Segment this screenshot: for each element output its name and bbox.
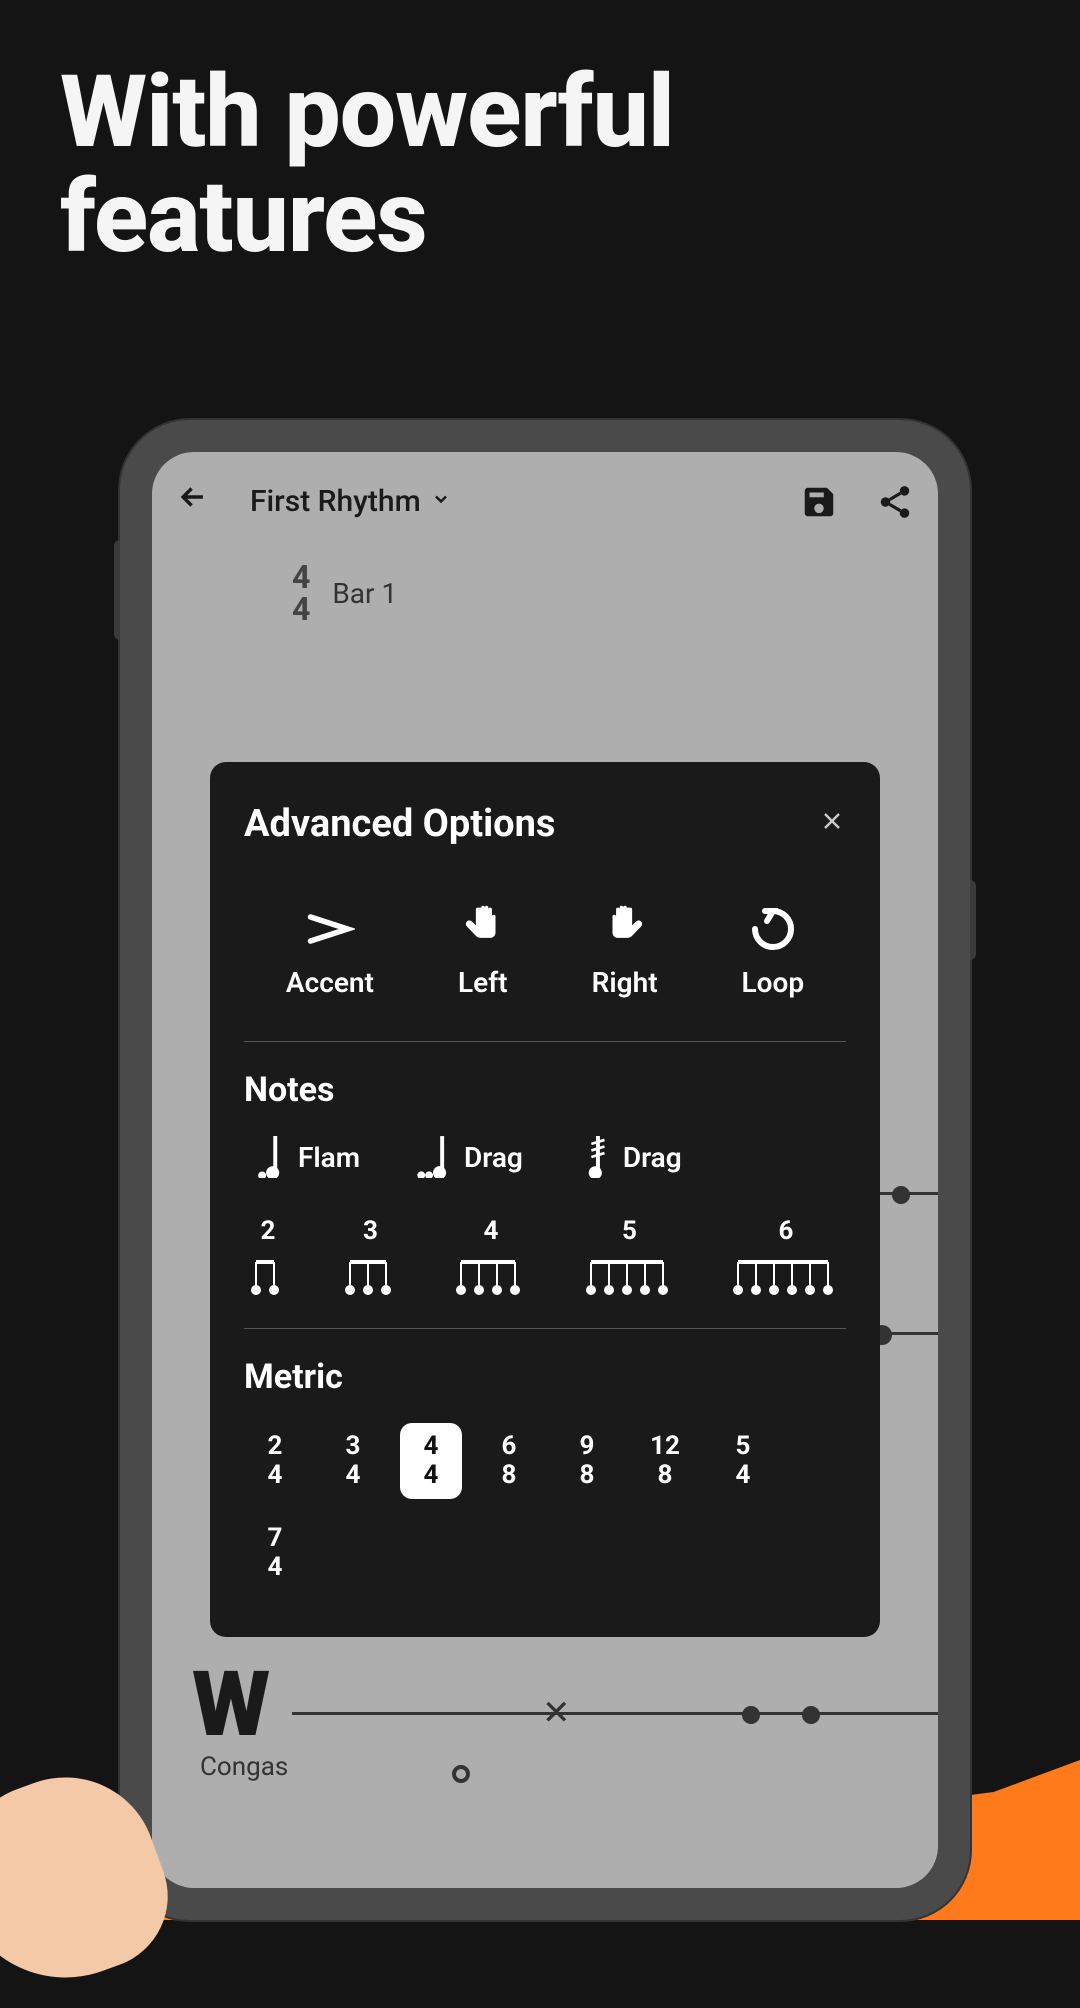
loop-icon <box>748 904 798 954</box>
metric-top: 3 <box>346 1432 361 1461</box>
metric-heading: Metric <box>244 1357 846 1397</box>
back-arrow-icon[interactable] <box>176 480 210 523</box>
close-icon[interactable] <box>818 805 846 843</box>
tuplet-number: 5 <box>622 1216 637 1246</box>
metric-bottom: 4 <box>346 1461 361 1490</box>
tuplet-beam-icon <box>730 1256 842 1296</box>
note-ring[interactable] <box>452 1765 470 1783</box>
metric-3-4[interactable]: 34 <box>322 1423 384 1499</box>
flam-option[interactable]: Flam <box>256 1136 360 1178</box>
tuplet-6[interactable]: 6 <box>730 1216 842 1296</box>
metric-bottom: 4 <box>268 1461 283 1490</box>
loop-option[interactable]: Loop <box>742 904 805 999</box>
tuplet-5[interactable]: 5 <box>583 1216 677 1296</box>
note-head[interactable] <box>742 1706 760 1724</box>
save-icon[interactable] <box>800 483 838 521</box>
metric-top: 9 <box>580 1432 595 1461</box>
tuplet-number: 6 <box>779 1216 794 1246</box>
tuplet-beam-icon <box>453 1256 529 1296</box>
divider <box>244 1041 846 1042</box>
metric-top: 12 <box>650 1432 680 1461</box>
metric-row: 24344468981285474 <box>244 1423 846 1591</box>
metric-bottom: 8 <box>502 1461 517 1490</box>
share-icon[interactable] <box>876 483 914 521</box>
tuplet-number: 2 <box>261 1216 276 1246</box>
bar-label: Bar 1 <box>332 577 397 610</box>
tuplet-4[interactable]: 4 <box>453 1216 529 1296</box>
left-label: Left <box>458 966 508 999</box>
metric-4-4[interactable]: 44 <box>400 1423 462 1499</box>
notes-heading: Notes <box>244 1070 846 1110</box>
chevron-down-icon[interactable] <box>431 489 451 515</box>
metric-bottom: 4 <box>736 1461 751 1490</box>
dialog-title: Advanced Options <box>244 802 555 846</box>
timesig-top: 4 <box>292 561 310 593</box>
accent-label: Accent <box>286 966 374 999</box>
note-head[interactable] <box>802 1706 820 1724</box>
metric-top: 5 <box>736 1432 751 1461</box>
hero-line-2: features <box>60 165 1080 270</box>
tuplet-beam-icon <box>248 1256 288 1296</box>
metric-bottom: 4 <box>424 1461 439 1490</box>
tuplet-beam-icon <box>342 1256 400 1296</box>
metric-6-8[interactable]: 68 <box>478 1423 540 1499</box>
divider <box>244 1328 846 1329</box>
metric-2-4[interactable]: 24 <box>244 1423 306 1499</box>
phone-frame: First Rhythm 4 4 Bar 1 <box>120 420 970 1920</box>
phone-volume-button <box>114 540 120 640</box>
time-signature[interactable]: 4 4 Bar 1 <box>152 561 938 625</box>
hand-right-icon <box>600 904 650 954</box>
accent-option[interactable]: Accent <box>286 904 374 999</box>
hero-line-1: With powerful <box>60 60 1080 165</box>
note-cross[interactable]: ✕ <box>542 1693 571 1733</box>
tuplet-2[interactable]: 2 <box>248 1216 288 1296</box>
tuplet-row: 2 3 4 5 6 <box>244 1216 846 1296</box>
right-label: Right <box>592 966 658 999</box>
drag-icon <box>416 1136 450 1178</box>
tuplet-number: 3 <box>363 1216 378 1246</box>
metric-7-4[interactable]: 74 <box>244 1515 306 1591</box>
drag-buzz-icon <box>579 1136 609 1178</box>
metric-bottom: 8 <box>658 1461 673 1490</box>
metric-9-8[interactable]: 98 <box>556 1423 618 1499</box>
metric-12-8[interactable]: 128 <box>634 1423 696 1499</box>
app-header: First Rhythm <box>152 452 938 551</box>
drag-option-1[interactable]: Drag <box>416 1136 523 1178</box>
metric-5-4[interactable]: 54 <box>712 1423 774 1499</box>
hero-heading: With powerful features <box>0 0 1080 270</box>
instrument-icon: W <box>192 1652 270 1757</box>
flam-label: Flam <box>298 1141 360 1174</box>
phone-screen: First Rhythm 4 4 Bar 1 <box>152 452 938 1888</box>
track-label: Congas <box>200 1752 288 1782</box>
metric-top: 7 <box>268 1524 283 1553</box>
loop-label: Loop <box>742 966 805 999</box>
tuplet-number: 4 <box>484 1216 499 1246</box>
drag-option-2[interactable]: Drag <box>579 1136 682 1178</box>
hand-left-icon <box>458 904 508 954</box>
drag-label-1: Drag <box>464 1141 523 1174</box>
metric-bottom: 8 <box>580 1461 595 1490</box>
phone-power-button <box>970 880 976 960</box>
accent-icon <box>305 904 355 954</box>
quick-actions-row: Accent Left Right <box>244 904 846 999</box>
note-ornaments-row: Flam Drag Drag <box>244 1136 846 1178</box>
metric-bottom: 4 <box>268 1553 283 1582</box>
advanced-options-dialog: Advanced Options Accent Left <box>210 762 880 1637</box>
timesig-bottom: 4 <box>292 593 310 625</box>
document-title[interactable]: First Rhythm <box>250 484 421 519</box>
tuplet-3[interactable]: 3 <box>342 1216 400 1296</box>
staff-line-3[interactable]: ✕ <box>292 1712 938 1715</box>
drag-label-2: Drag <box>623 1141 682 1174</box>
metric-top: 4 <box>424 1432 439 1461</box>
note-head[interactable] <box>892 1186 910 1204</box>
left-option[interactable]: Left <box>458 904 508 999</box>
metric-top: 6 <box>502 1432 517 1461</box>
tuplet-beam-icon <box>583 1256 677 1296</box>
right-option[interactable]: Right <box>592 904 658 999</box>
metric-top: 2 <box>268 1432 283 1461</box>
flam-icon <box>256 1136 284 1178</box>
